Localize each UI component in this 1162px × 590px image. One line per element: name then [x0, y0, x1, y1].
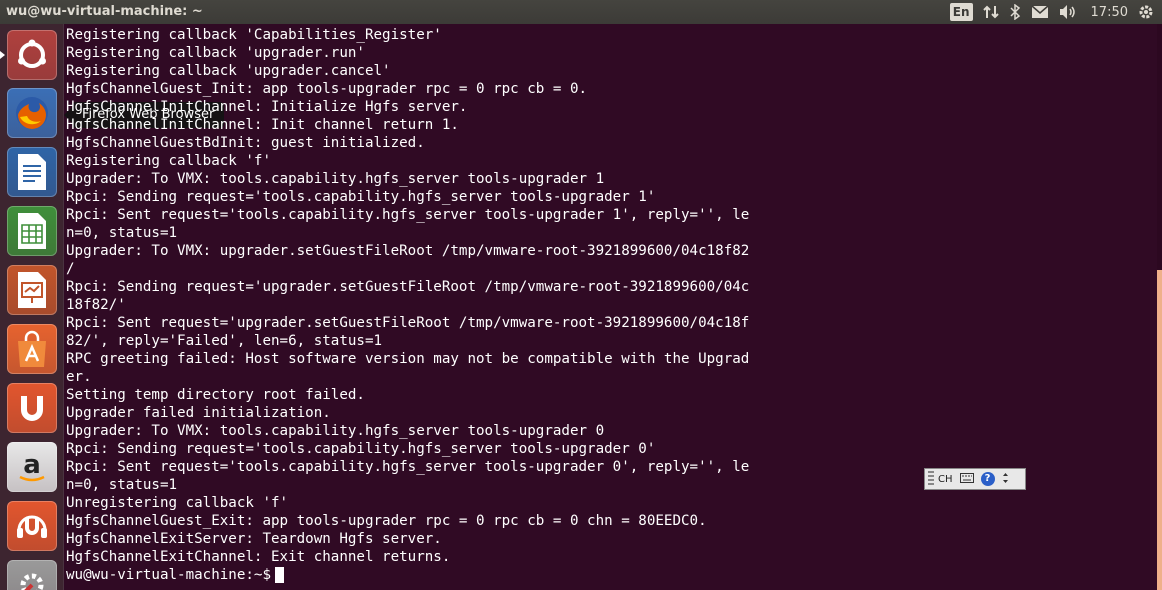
launcher-item-firefox[interactable]: [7, 88, 57, 138]
launcher: a: [0, 24, 64, 590]
terminal-line: Upgrader: To VMX: tools.capability.hgfs_…: [66, 171, 605, 187]
terminal-line: HgfsChannelInitChannel: Init channel ret…: [66, 117, 459, 133]
drag-handle-icon[interactable]: [928, 471, 934, 487]
terminal-line: /: [66, 261, 75, 277]
writer-document-icon: [7, 147, 57, 197]
terminal-line: HgfsChannelGuestBdInit: guest initialize…: [66, 135, 425, 151]
music-headphones-icon: [7, 501, 57, 551]
window-title: wu@wu-virtual-machine: ~: [6, 4, 203, 19]
terminal-line: Upgrader failed initialization.: [66, 405, 331, 421]
terminal-window[interactable]: Registering callback 'Capabilities_Regis…: [65, 26, 1155, 590]
launcher-item-system-settings[interactable]: [7, 560, 57, 590]
amazon-icon: a: [7, 442, 57, 492]
terminal-line: Registering callback 'upgrader.cancel': [66, 63, 391, 79]
terminal-line: Registering callback 'f': [66, 153, 271, 169]
terminal-line: HgfsChannelGuest_Init: app tools-upgrade…: [66, 81, 588, 97]
terminal-line: HgfsChannelInitChannel: Initialize Hgfs …: [66, 99, 468, 115]
terminal-line: Rpci: Sending request='tools.capability.…: [66, 441, 656, 457]
terminal-line: 18f82/': [66, 297, 126, 313]
prompt-line[interactable]: wu@wu-virtual-machine:~$: [65, 566, 1155, 584]
menu-arrows-icon[interactable]: [1002, 471, 1009, 488]
shell-prompt: wu@wu-virtual-machine:~$: [66, 567, 271, 583]
terminal-line: 82/', reply='Failed', len=6, status=1: [66, 333, 383, 349]
network-icon[interactable]: [982, 0, 999, 24]
keyboard-icon[interactable]: [959, 472, 974, 486]
help-icon[interactable]: ?: [980, 472, 995, 486]
software-center-bag-icon: [7, 324, 57, 374]
launcher-item-ubuntu-one[interactable]: [7, 383, 57, 433]
launcher-item-amazon[interactable]: a: [7, 442, 57, 492]
calc-spreadsheet-icon: [7, 206, 57, 256]
ubuntu-logo-icon: [7, 30, 57, 80]
terminal-scrollbar[interactable]: [1157, 24, 1162, 590]
terminal-line: er.: [66, 369, 92, 385]
terminal-line: Setting temp directory root failed.: [66, 387, 365, 403]
svg-text:a: a: [23, 450, 41, 480]
terminal-line: Upgrader: To VMX: upgrader.setGuestFileR…: [66, 243, 750, 259]
launcher-item-ubuntu-one-music[interactable]: [7, 501, 57, 551]
scrollbar-thumb[interactable]: [1157, 270, 1162, 590]
launcher-item-libreoffice-writer[interactable]: [7, 147, 57, 197]
keyboard-layout-indicator[interactable]: En: [949, 0, 973, 24]
indicator-area: En 17:50: [940, 0, 1162, 24]
terminal-line: Upgrader: To VMX: tools.capability.hgfs_…: [66, 423, 605, 439]
launcher-item-ubuntu-software-center[interactable]: [7, 324, 57, 374]
running-indicator-icon: [0, 51, 5, 59]
mail-icon[interactable]: [1031, 0, 1049, 24]
top-panel: wu@wu-virtual-machine: ~ En 17:50: [0, 0, 1162, 24]
settings-wrench-icon: [7, 560, 57, 590]
launcher-item-dash-home[interactable]: [7, 30, 57, 80]
power-gear-icon[interactable]: [1138, 0, 1154, 24]
volume-icon[interactable]: [1059, 0, 1077, 24]
bluetooth-icon[interactable]: [1009, 0, 1021, 24]
terminal-line: HgfsChannelExitChannel: Exit channel ret…: [66, 549, 451, 565]
terminal-line: n=0, status=1: [66, 225, 178, 241]
terminal-line: HgfsChannelExitServer: Teardown Hgfs ser…: [66, 531, 442, 547]
impress-presentation-icon: [7, 265, 57, 315]
terminal-line: HgfsChannelGuest_Exit: app tools-upgrade…: [66, 513, 707, 529]
input-method-toolbar[interactable]: CH ?: [924, 468, 1026, 490]
terminal-line: Rpci: Sending request='tools.capability.…: [66, 189, 656, 205]
terminal-line: Rpci: Sending request='upgrader.setGuest…: [66, 279, 750, 295]
terminal-line: Rpci: Sent request='upgrader.setGuestFil…: [66, 315, 750, 331]
firefox-icon: [7, 88, 57, 138]
ubuntu-one-icon: [7, 383, 57, 433]
clock[interactable]: 17:50: [1091, 0, 1128, 24]
terminal-line: Unregistering callback 'f': [66, 495, 289, 511]
terminal-line: Registering callback 'Capabilities_Regis…: [66, 27, 442, 43]
terminal-line: RPC greeting failed: Host software versi…: [66, 351, 750, 367]
text-cursor: [275, 567, 284, 583]
launcher-item-libreoffice-impress[interactable]: [7, 265, 57, 315]
launcher-item-libreoffice-calc[interactable]: [7, 206, 57, 256]
terminal-line: Rpci: Sent request='tools.capability.hgf…: [66, 207, 750, 223]
input-mode-toggle[interactable]: CH: [938, 474, 953, 485]
terminal-line: Registering callback 'upgrader.run': [66, 45, 365, 61]
